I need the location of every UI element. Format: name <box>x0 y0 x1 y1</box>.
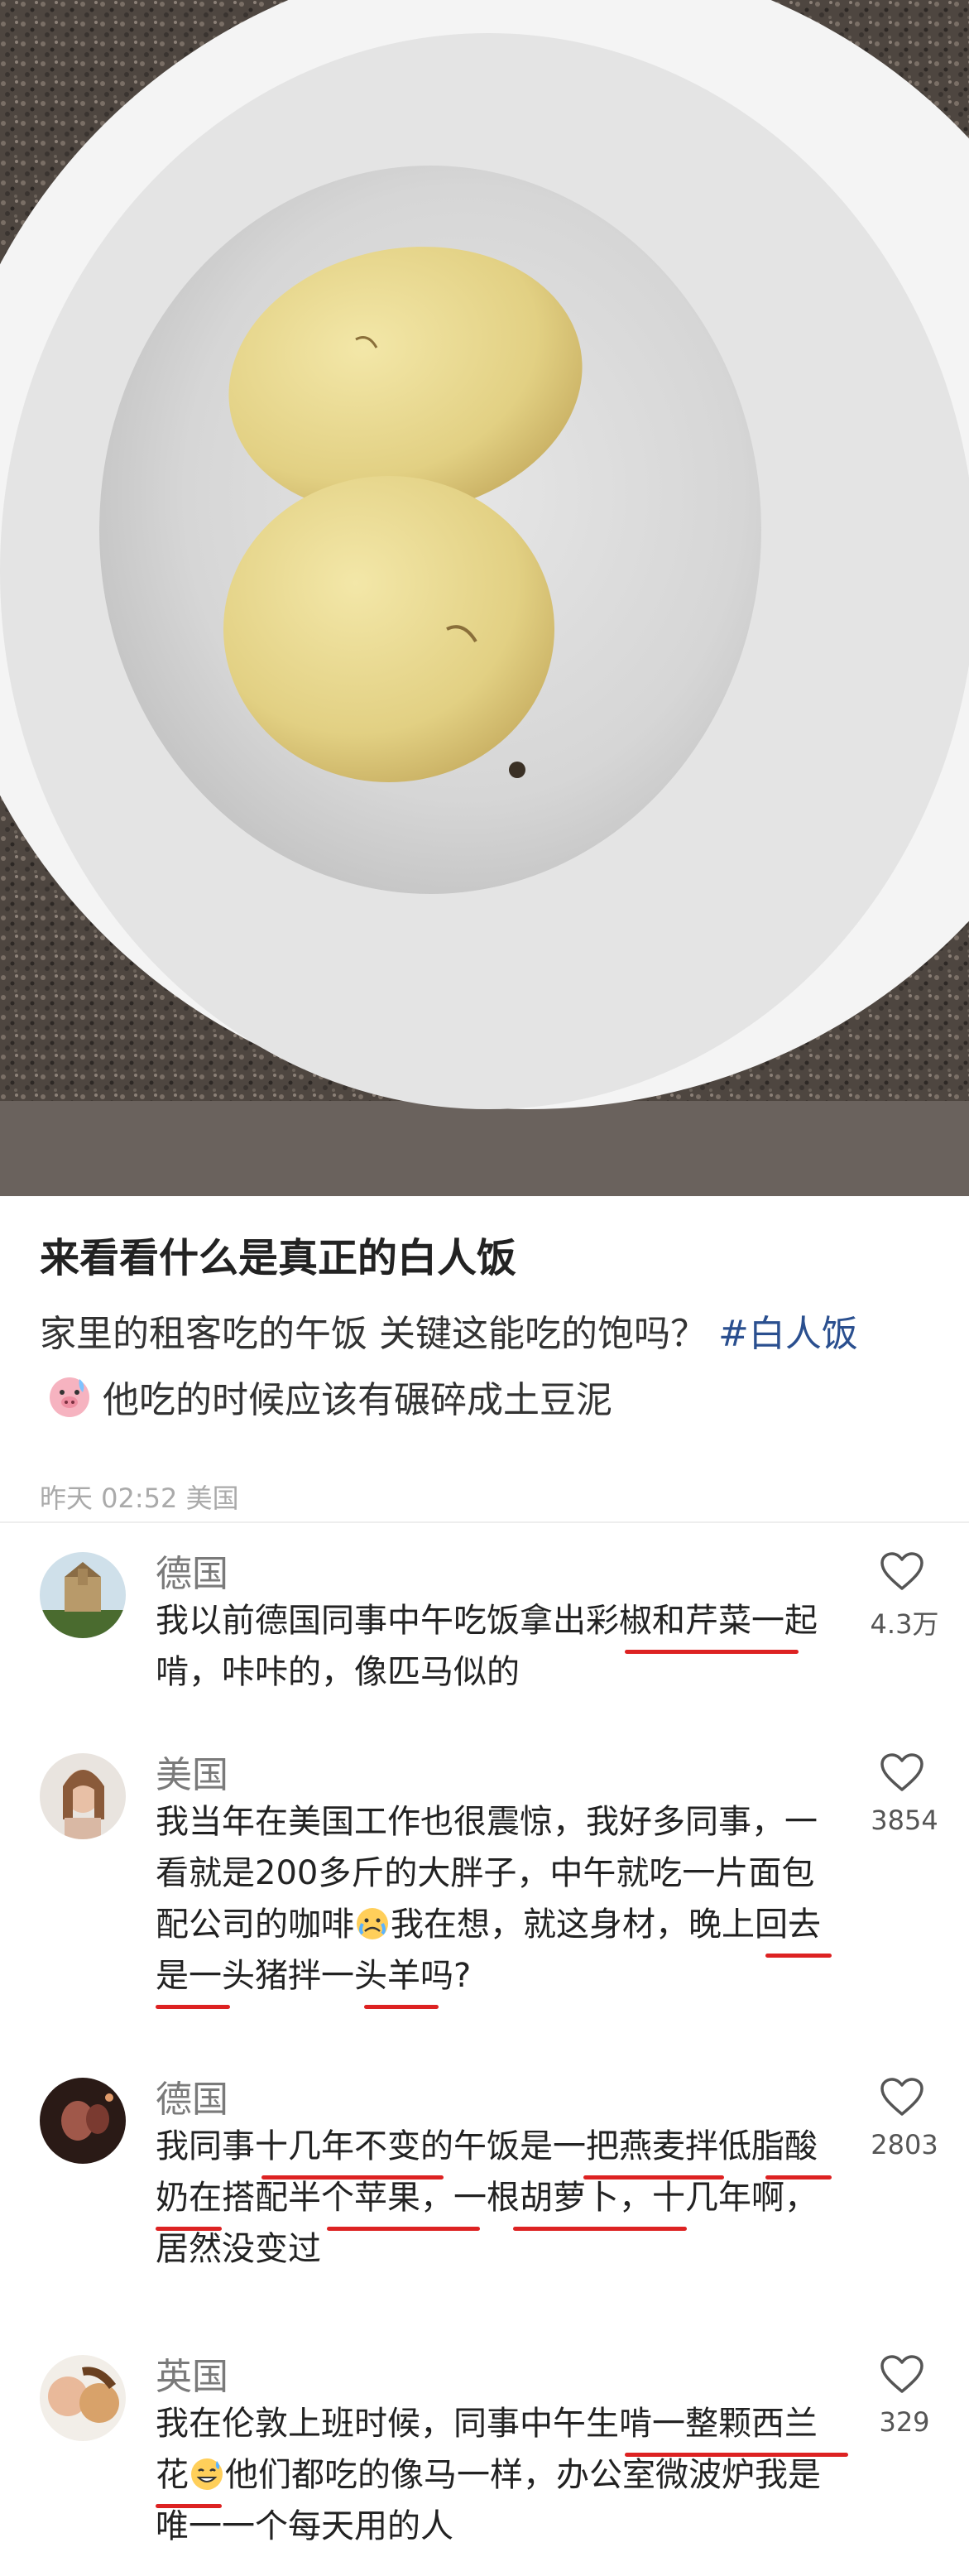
avatar[interactable] <box>40 2078 126 2164</box>
underline-mark <box>625 1650 799 1654</box>
hashtag-link[interactable]: #白人饭 <box>718 1313 858 1355</box>
comment-text: 我当年在美国工作也很震惊，我好多同事，一看就是200多斤的大胖子，中午就吃一片面… <box>156 1796 838 2002</box>
comment-text: 我以前德国同事中午吃饭拿出彩椒和芹菜一起啃，咔咔的，像匹马似的 <box>156 1602 818 1691</box>
crying-face-emoji <box>354 1906 391 1942</box>
post-body-text: 家里的租客吃的午饭 关键这能吃的饱吗？ <box>40 1313 707 1355</box>
underline-mark <box>156 2227 222 2231</box>
like-button[interactable] <box>877 2355 927 2395</box>
post-meta: 昨天 02:52 美国 <box>40 1483 239 1514</box>
comment-text-part: 他们都吃的像马一样，办公室微波炉我是唯一一个每天用的人 <box>156 2456 821 2545</box>
like-count: 329 <box>879 2406 930 2438</box>
avatar[interactable] <box>40 2355 126 2441</box>
comment-text: 我在伦敦上班时候，同事中午生啃一整颗西兰花 他们都吃的像马一样，办公室微波炉我是唯… <box>156 2398 838 2552</box>
like-button[interactable] <box>877 2078 927 2117</box>
comment-region: 英国 <box>156 2356 228 2398</box>
like-count: 4.3万 <box>870 1608 939 1640</box>
avatar[interactable] <box>40 1552 126 1638</box>
heart-icon <box>880 1552 923 1590</box>
underline-mark <box>261 2175 444 2180</box>
post-photo[interactable] <box>0 0 969 1196</box>
heart-icon <box>880 2078 923 2116</box>
post-title: 来看看什么是真正的白人饭 <box>40 1235 517 1281</box>
underline-mark <box>156 2504 222 2508</box>
heart-icon <box>880 2355 923 2393</box>
sweat-smile-emoji <box>189 2456 225 2492</box>
like-button[interactable] <box>877 1753 927 1793</box>
like-button[interactable] <box>877 1552 927 1592</box>
divider <box>0 1521 969 1523</box>
underline-mark <box>364 2005 439 2009</box>
comment-region: 美国 <box>156 1754 228 1796</box>
like-count: 2803 <box>871 2129 938 2160</box>
underline-mark <box>765 2175 832 2180</box>
post-body: 家里的租客吃的午饭 关键这能吃的饱吗？ #白人饭 他吃的时候应该有碾碎成土豆泥 <box>40 1301 929 1434</box>
comment-region: 德国 <box>156 1553 228 1595</box>
underline-mark <box>583 2175 724 2180</box>
comment-region: 德国 <box>156 2079 228 2121</box>
heart-icon <box>880 1753 923 1791</box>
underline-mark <box>156 2005 230 2009</box>
avatar[interactable] <box>40 1753 126 1839</box>
post-body-continuation: 他吃的时候应该有碾碎成土豆泥 <box>103 1379 612 1421</box>
comment-text: 我同事十几年不变的午饭是一把燕麦拌低脂酸奶在搭配半个苹果，一根胡萝卜，十几年啊，… <box>156 2127 818 2268</box>
like-count: 3854 <box>871 1805 938 1836</box>
underline-mark <box>513 2227 687 2231</box>
pig-face-emoji <box>45 1371 94 1420</box>
underline-mark <box>765 1954 832 1958</box>
underline-mark <box>327 2227 480 2231</box>
underline-mark <box>625 2453 848 2457</box>
